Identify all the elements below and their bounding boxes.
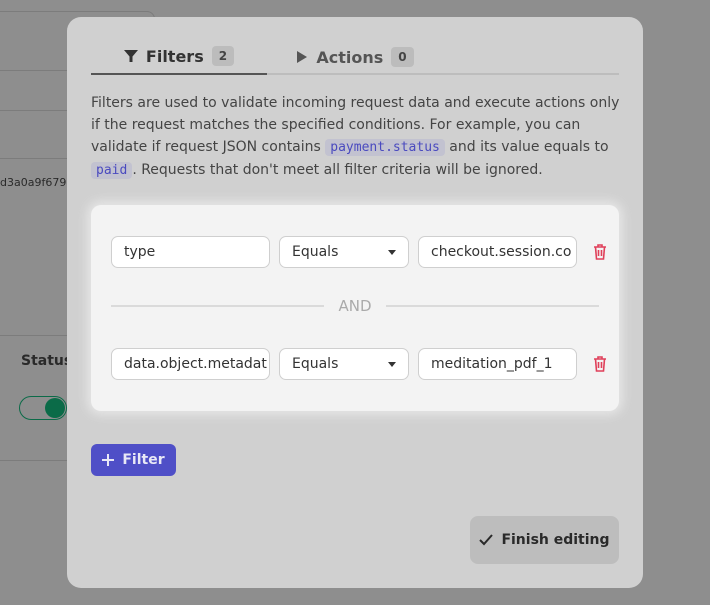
code-snippet: paid bbox=[91, 162, 133, 179]
code-snippet: payment.status bbox=[325, 139, 445, 156]
filters-description: Filters are used to validate incoming re… bbox=[91, 92, 621, 182]
divider bbox=[0, 460, 67, 461]
value-input[interactable]: checkout.session.co bbox=[418, 236, 577, 268]
add-filter-button[interactable]: Filter bbox=[91, 444, 176, 476]
check-icon bbox=[479, 534, 494, 546]
operator-select[interactable]: Equals bbox=[279, 348, 409, 380]
tab-filters[interactable]: Filters 2 bbox=[91, 39, 267, 75]
tab-label: Actions bbox=[316, 47, 384, 67]
finish-label: Finish editing bbox=[501, 532, 610, 548]
divider bbox=[0, 335, 67, 336]
and-label: AND bbox=[338, 297, 372, 315]
filters-modal: Filters 2 Actions 0 Filters are used to … bbox=[67, 17, 643, 588]
value-input[interactable]: meditation_pdf_1 bbox=[418, 348, 577, 380]
divider bbox=[0, 110, 67, 111]
funnel-icon bbox=[123, 50, 138, 62]
add-filter-label: Filter bbox=[122, 452, 165, 468]
tab-label: Filters bbox=[145, 46, 204, 66]
description-text: and its value equals to bbox=[444, 139, 609, 155]
tab-actions[interactable]: Actions 0 bbox=[267, 39, 443, 75]
and-separator: AND bbox=[111, 297, 600, 315]
caret-down-icon bbox=[388, 249, 396, 255]
status-toggle[interactable] bbox=[19, 396, 67, 420]
plus-icon bbox=[102, 454, 115, 466]
filters-count-badge: 2 bbox=[211, 46, 235, 66]
description-text: . Requests that don't meet all filter cr… bbox=[132, 162, 543, 178]
operator-select[interactable]: Equals bbox=[279, 236, 409, 268]
operator-value: Equals bbox=[292, 356, 339, 372]
play-icon bbox=[297, 51, 308, 63]
tab-bar: Filters 2 Actions 0 bbox=[91, 39, 619, 75]
field-input[interactable]: data.object.metadat bbox=[111, 348, 270, 380]
caret-down-icon bbox=[388, 361, 396, 367]
filters-panel: type Equals checkout.session.co AND data… bbox=[91, 205, 619, 411]
filter-row: data.object.metadat Equals meditation_pd… bbox=[111, 348, 608, 380]
field-input[interactable]: type bbox=[111, 236, 270, 268]
finish-editing-button[interactable]: Finish editing bbox=[470, 516, 619, 564]
trash-icon[interactable] bbox=[592, 355, 608, 373]
actions-count-badge: 0 bbox=[391, 47, 414, 67]
operator-value: Equals bbox=[292, 244, 339, 260]
filter-row: type Equals checkout.session.co bbox=[111, 236, 608, 268]
divider bbox=[0, 158, 67, 159]
trash-icon[interactable] bbox=[592, 243, 608, 261]
background-id-text: d3a0a9f679 bbox=[0, 176, 67, 189]
status-label: Status bbox=[21, 353, 73, 369]
